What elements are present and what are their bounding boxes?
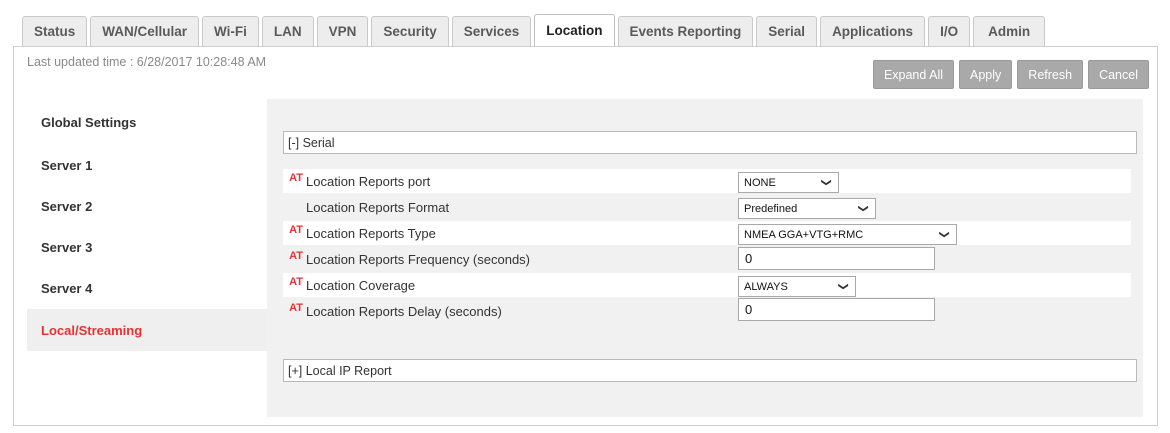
tab-security[interactable]: Security [371, 16, 449, 46]
location-reports-port-control: NONE ❯ [738, 172, 839, 193]
at-marker: AT [289, 250, 303, 262]
setting-label: Location Reports Type [306, 225, 436, 241]
tab-vpn[interactable]: VPN [316, 16, 369, 46]
chevron-down-icon: ❯ [938, 230, 950, 239]
sidebar-item-local-streaming[interactable]: Local/Streaming [27, 309, 267, 351]
setting-row: AT Location Reports Type NMEA GGA+VTG+RM… [283, 221, 1131, 245]
tab-wi-fi[interactable]: Wi-Fi [202, 16, 259, 46]
settings-content: [-] Serial AT Location Reports port NONE… [267, 99, 1143, 417]
tab-admin[interactable]: Admin [973, 16, 1046, 46]
location-reports-frequency-input[interactable]: 0 [738, 247, 935, 270]
setting-row: AT Location Reports Format Predefined ❯ [283, 195, 1131, 219]
select-value: ALWAYS [744, 280, 788, 293]
sidebar: Global Settings Server 1 Server 2 Server… [27, 99, 267, 351]
select-value: NMEA GGA+VTG+RMC [744, 228, 864, 241]
apply-button[interactable]: Apply [959, 60, 1013, 89]
setting-label: Location Reports Format [306, 199, 450, 215]
refresh-button[interactable]: Refresh [1017, 60, 1084, 89]
local-ip-report-section-header[interactable]: [+] Local IP Report [283, 359, 1137, 382]
sidebar-item-server-3[interactable]: Server 3 [27, 227, 267, 268]
sidebar-item-server-1[interactable]: Server 1 [27, 145, 267, 186]
chevron-down-icon: ❯ [820, 178, 832, 187]
tab-services[interactable]: Services [451, 16, 532, 46]
setting-row: AT Location Coverage ALWAYS ❯ [283, 273, 1131, 297]
expand-all-button[interactable]: Expand All [872, 60, 955, 89]
location-reports-format-select[interactable]: Predefined ❯ [738, 198, 876, 219]
main-tab-bar: Status WAN/Cellular Wi-Fi LAN VPN Securi… [22, 14, 1048, 46]
tab-status[interactable]: Status [22, 16, 88, 46]
location-reports-type-select[interactable]: NMEA GGA+VTG+RMC ❯ [738, 224, 957, 245]
tab-wan-cellular[interactable]: WAN/Cellular [90, 16, 200, 46]
toolbar: Expand All Apply Refresh Cancel [872, 60, 1149, 89]
tab-events-reporting[interactable]: Events Reporting [617, 16, 754, 46]
location-reports-port-select[interactable]: NONE ❯ [738, 172, 839, 193]
location-reports-delay-input[interactable]: 0 [738, 298, 935, 321]
tab-io[interactable]: I/O [928, 16, 971, 46]
select-value: NONE [744, 176, 776, 189]
location-coverage-control: ALWAYS ❯ [738, 276, 856, 297]
chevron-down-icon: ❯ [837, 282, 849, 291]
sidebar-item-server-4[interactable]: Server 4 [27, 268, 267, 309]
tab-location[interactable]: Location [534, 14, 615, 46]
tab-applications[interactable]: Applications [820, 16, 926, 46]
sidebar-item-global-settings[interactable]: Global Settings [27, 99, 267, 145]
setting-row: AT Location Reports Frequency (seconds) … [283, 247, 1131, 271]
sidebar-item-server-2[interactable]: Server 2 [27, 186, 267, 227]
location-coverage-select[interactable]: ALWAYS ❯ [738, 276, 856, 297]
chevron-down-icon: ❯ [857, 204, 869, 213]
at-marker: AT [289, 172, 303, 184]
setting-row: AT Location Reports Delay (seconds) 0 [283, 298, 1131, 323]
setting-label: Location Reports port [306, 173, 431, 189]
tab-lan[interactable]: LAN [261, 16, 314, 46]
last-updated-text: Last updated time : 6/28/2017 10:28:48 A… [27, 55, 267, 69]
tab-serial[interactable]: Serial [756, 16, 818, 46]
main-panel: Last updated time : 6/28/2017 10:28:48 A… [13, 46, 1158, 426]
location-reports-delay-control: 0 [738, 298, 935, 321]
location-reports-frequency-control: 0 [738, 247, 935, 270]
setting-label: Location Coverage [306, 277, 416, 293]
serial-section-header[interactable]: [-] Serial [283, 131, 1137, 154]
location-reports-format-control: Predefined ❯ [738, 198, 876, 219]
select-value: Predefined [744, 202, 798, 215]
at-marker: AT [289, 302, 303, 314]
at-marker: AT [289, 224, 303, 236]
setting-label: Location Reports Frequency (seconds) [306, 251, 531, 267]
setting-row: AT Location Reports port NONE ❯ [283, 169, 1131, 193]
cancel-button[interactable]: Cancel [1088, 60, 1149, 89]
at-marker: AT [289, 276, 303, 288]
location-reports-type-control: NMEA GGA+VTG+RMC ❯ [738, 224, 957, 245]
setting-label: Location Reports Delay (seconds) [306, 303, 502, 319]
